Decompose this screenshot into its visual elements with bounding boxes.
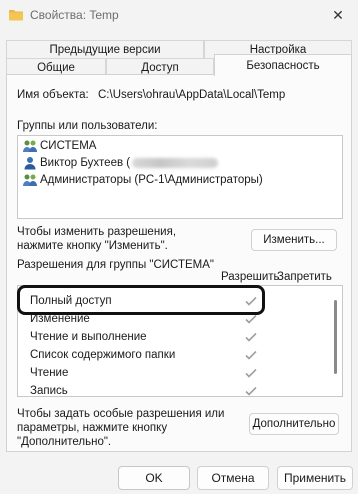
list-item-label: Администраторы (PC-1\Администраторы) bbox=[40, 174, 263, 186]
permission-name: Чтение bbox=[30, 367, 69, 379]
folder-icon bbox=[8, 7, 24, 23]
blurred-email bbox=[132, 158, 219, 168]
list-item-system[interactable]: СИСТЕМА bbox=[22, 138, 96, 154]
cancel-button[interactable]: Отмена bbox=[197, 466, 269, 490]
list-item-label: СИСТЕМА bbox=[40, 140, 97, 152]
list-item-label: Виктор Бухтеев ( bbox=[40, 157, 131, 169]
list-item-admins[interactable]: Администраторы (PC-1\Администраторы) bbox=[22, 172, 263, 188]
groups-listbox[interactable]: СИСТЕМА Виктор Бухтеев ( Администраторы … bbox=[17, 135, 343, 219]
users-group-icon bbox=[22, 173, 38, 187]
close-button[interactable]: ✕ bbox=[318, 0, 358, 30]
title-bar: Свойства: Temp ✕ bbox=[0, 0, 358, 30]
security-panel: Имя объекта: C:\Users\ohrau\AppData\Loca… bbox=[6, 74, 352, 452]
ok-button[interactable]: OK bbox=[118, 466, 190, 490]
permissions-label: Разрешения для группы "СИСТЕМА" bbox=[17, 259, 215, 271]
object-name-label: Имя объекта: bbox=[17, 89, 89, 101]
user-icon bbox=[22, 156, 38, 170]
groups-label: Группы или пользователи: bbox=[17, 120, 158, 132]
deny-header: Запретить bbox=[277, 271, 332, 283]
check-icon bbox=[244, 384, 258, 396]
close-icon: ✕ bbox=[332, 6, 344, 23]
users-group-icon bbox=[22, 139, 38, 153]
advanced-hint: Чтобы задать особые разрешения или парам… bbox=[17, 408, 225, 448]
permissions-scrollbar[interactable] bbox=[334, 300, 337, 374]
tab-security[interactable]: Безопасность bbox=[214, 54, 352, 76]
permission-name: Запись bbox=[30, 385, 68, 397]
tab-previous-versions[interactable]: Предыдущие версии bbox=[6, 40, 204, 58]
change-hint: Чтобы изменить разрешения, нажмите кнопк… bbox=[17, 226, 177, 252]
permission-row-read-execute: Чтение и выполнение bbox=[30, 328, 320, 346]
apply-button[interactable]: Применить bbox=[277, 466, 353, 490]
advanced-button[interactable]: Дополнительно bbox=[249, 413, 339, 435]
permission-name: Список содержимого папки bbox=[30, 349, 176, 361]
check-icon bbox=[244, 348, 258, 362]
check-icon bbox=[244, 330, 258, 344]
permission-row-list-folder: Список содержимого папки bbox=[30, 346, 320, 364]
list-item-user[interactable]: Виктор Бухтеев ( bbox=[22, 155, 219, 171]
permission-row-read: Чтение bbox=[30, 364, 320, 382]
window-title: Свойства: Temp bbox=[30, 8, 119, 22]
highlight-box bbox=[17, 285, 265, 315]
object-name-value: C:\Users\ohrau\AppData\Local\Temp bbox=[98, 89, 286, 101]
edit-button[interactable]: Изменить... bbox=[251, 229, 337, 251]
permission-row-write: Запись bbox=[30, 382, 320, 397]
check-icon bbox=[244, 366, 258, 380]
allow-header: Разрешить bbox=[221, 271, 280, 283]
permission-name: Чтение и выполнение bbox=[30, 331, 147, 343]
